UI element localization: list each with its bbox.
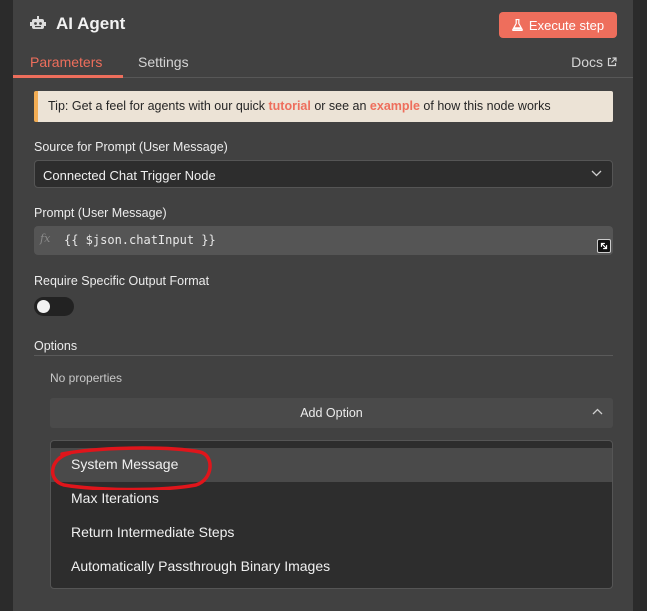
right-canvas-edge <box>633 0 647 611</box>
option-system-message[interactable]: System Message <box>51 448 612 482</box>
tab-parameters[interactable]: Parameters <box>30 54 102 70</box>
docs-label: Docs <box>571 54 603 70</box>
flask-icon <box>512 19 523 31</box>
expand-icon[interactable] <box>597 239 611 253</box>
options-dropdown: System Message Max Iterations Return Int… <box>50 440 613 589</box>
source-selected-value: Connected Chat Trigger Node <box>43 168 216 183</box>
external-link-icon <box>607 57 617 67</box>
fx-icon: fx <box>40 232 51 245</box>
no-properties-text: No properties <box>50 371 123 385</box>
left-canvas-edge <box>0 0 13 611</box>
panel-header: AI Agent Execute step <box>13 0 633 46</box>
add-option-label: Add Option <box>300 406 363 420</box>
node-panel: AI Agent Execute step Parameters Setting… <box>13 0 633 611</box>
execute-step-button[interactable]: Execute step <box>499 12 617 38</box>
output-format-label: Require Specific Output Format <box>34 274 210 288</box>
tip-text-middle: or see an <box>310 99 370 113</box>
output-format-toggle[interactable] <box>34 297 74 316</box>
toggle-knob <box>37 300 50 313</box>
add-option-button[interactable]: Add Option <box>50 398 613 428</box>
docs-link[interactable]: Docs <box>571 54 617 70</box>
node-title: AI Agent <box>56 14 126 33</box>
option-return-intermediate-steps[interactable]: Return Intermediate Steps <box>51 516 612 550</box>
option-passthrough-binary-images[interactable]: Automatically Passthrough Binary Images <box>51 550 612 584</box>
prompt-label: Prompt (User Message) <box>34 206 167 220</box>
source-select[interactable]: Connected Chat Trigger Node <box>34 160 613 188</box>
robot-icon <box>30 16 46 29</box>
execute-step-label: Execute step <box>528 17 605 33</box>
tip-text-prefix: Tip: Get a feel for agents with our quic… <box>48 99 269 113</box>
tip-banner: Tip: Get a feel for agents with our quic… <box>34 91 613 122</box>
chevron-up-icon <box>592 408 603 415</box>
prompt-expression-input[interactable]: fx {{ $json.chatInput }} <box>34 226 613 255</box>
tab-bar: Parameters Settings Docs <box>13 46 633 78</box>
example-link[interactable]: example <box>370 99 420 113</box>
prompt-value: {{ $json.chatInput }} <box>64 233 216 247</box>
source-label: Source for Prompt (User Message) <box>34 140 228 154</box>
chevron-down-icon <box>591 170 602 177</box>
options-label: Options <box>34 339 78 353</box>
option-max-iterations[interactable]: Max Iterations <box>51 482 612 516</box>
tutorial-link[interactable]: tutorial <box>268 99 310 113</box>
active-tab-indicator <box>13 75 123 78</box>
options-divider <box>34 355 613 356</box>
tip-text-suffix: of how this node works <box>419 99 551 113</box>
tab-settings[interactable]: Settings <box>138 54 189 70</box>
